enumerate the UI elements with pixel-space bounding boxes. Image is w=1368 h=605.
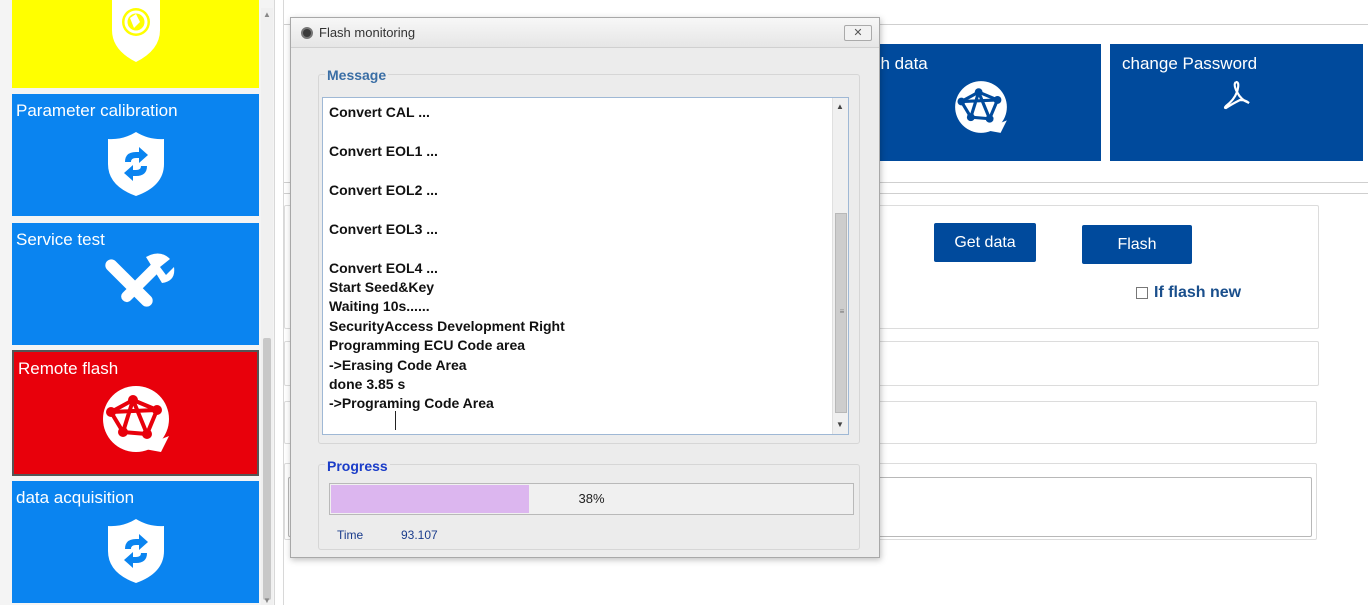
sidebar-item-service-test[interactable]: Service test: [12, 223, 259, 345]
close-icon[interactable]: ✕: [844, 25, 872, 41]
message-scrollbar[interactable]: ▲ ≡ ▼: [832, 98, 848, 434]
sidebar-tile-top[interactable]: [12, 0, 259, 88]
flash-data-tile[interactable]: sh data: [860, 44, 1101, 161]
time-value: 93.107: [401, 528, 438, 542]
sidebar-item-label: Remote flash: [18, 359, 119, 378]
flash-button[interactable]: Flash: [1082, 225, 1192, 264]
log-line: Convert EOL3 ...: [329, 221, 438, 237]
log-line: Start Seed&Key: [329, 279, 435, 295]
scrollbar-thumb[interactable]: [263, 338, 271, 600]
checkbox-label: If flash new: [1154, 284, 1242, 301]
change-password-label: change Password: [1122, 54, 1258, 73]
app-icon: [301, 27, 313, 39]
sidebar-item-label: Service test: [16, 230, 105, 249]
log-line: Convert EOL4 ...: [329, 260, 438, 276]
log-line: ->Programing Code Area: [329, 395, 494, 411]
network-globe-icon: [952, 78, 1010, 141]
scroll-down-icon[interactable]: ▼: [263, 596, 271, 605]
progress-percent: 38%: [578, 491, 605, 506]
refresh-shield-icon: [105, 130, 167, 203]
sidebar-item-label: data acquisition: [16, 488, 135, 507]
scroll-down-icon[interactable]: ▼: [836, 420, 844, 429]
sidebar-item-remote-flash[interactable]: Remote flash: [12, 350, 259, 476]
scroll-up-icon[interactable]: ▲: [836, 102, 844, 111]
dialog-title: Flash monitoring: [319, 25, 416, 40]
change-password-tile[interactable]: change Password: [1110, 44, 1363, 161]
text-caret: [395, 411, 396, 430]
sidebar-item-parameter-calibration[interactable]: Parameter calibration: [12, 94, 259, 216]
scrollbar-thumb[interactable]: ≡: [835, 213, 847, 413]
flash-data-label: sh data: [872, 54, 928, 73]
get-data-button[interactable]: Get data: [934, 223, 1036, 262]
log-line: Convert EOL2 ...: [329, 182, 438, 198]
flash-monitoring-dialog: Flash monitoring ✕ Message Convert CAL .…: [290, 17, 880, 558]
checkbox-box[interactable]: [1136, 287, 1148, 299]
sidebar-item-label: Parameter calibration: [16, 101, 178, 120]
scroll-up-icon[interactable]: ▲: [263, 10, 271, 19]
message-log[interactable]: Convert CAL ... Convert EOL1 ... Convert…: [322, 97, 849, 435]
progress-bar: 38%: [329, 483, 854, 515]
if-flash-new-checkbox[interactable]: If flash new: [1136, 284, 1241, 302]
refresh-shield-icon: [105, 517, 167, 590]
time-label: Time: [337, 528, 364, 542]
log-line: done 3.85 s: [329, 376, 406, 392]
network-globe-icon: [99, 382, 173, 461]
log-line: SecurityAccess Development Right: [329, 318, 565, 334]
sidebar: Parameter calibration Service test Remot…: [0, 0, 275, 605]
grip-icon: ≡: [839, 307, 845, 316]
acrobat-icon: [1222, 80, 1252, 115]
dialog-titlebar[interactable]: Flash monitoring ✕: [291, 18, 879, 48]
sidebar-scrollbar[interactable]: ▲ ▼: [261, 8, 273, 605]
sidebar-item-data-acquisition[interactable]: data acquisition: [12, 481, 259, 603]
log-line: Convert EOL1 ...: [329, 143, 438, 159]
log-line: Programming ECU Code area: [329, 337, 526, 353]
wrench-screwdriver-icon: [96, 247, 176, 326]
globe-shield-icon: [106, 0, 166, 67]
log-line: ->Erasing Code Area: [329, 357, 467, 373]
log-line: Waiting 10s......: [329, 298, 430, 314]
progress-group-label: Progress: [325, 458, 390, 474]
app-window: Parameter calibration Service test Remot…: [0, 0, 1368, 605]
log-line: Convert CAL ...: [329, 104, 430, 120]
message-group-label: Message: [325, 67, 389, 83]
